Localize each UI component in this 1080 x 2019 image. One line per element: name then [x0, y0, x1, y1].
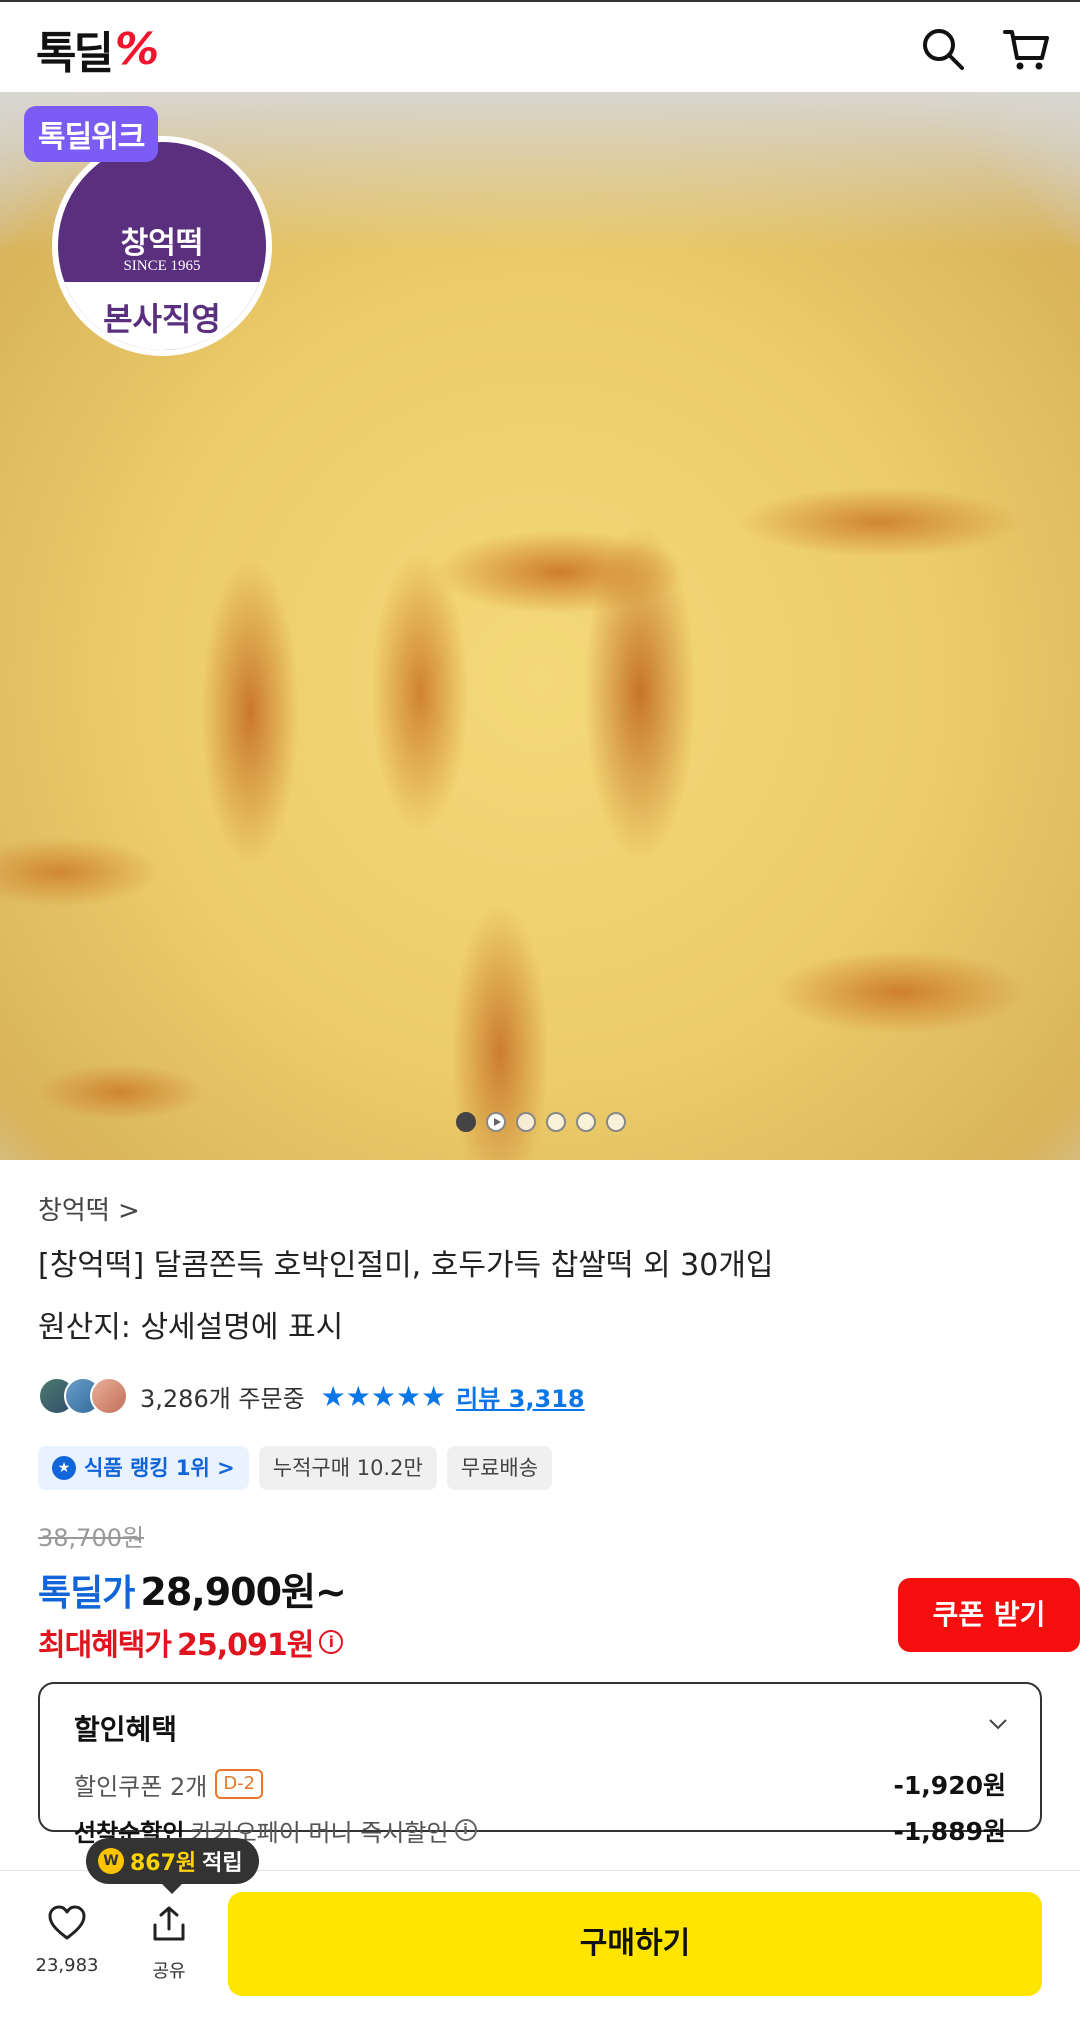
like-button[interactable]: 23,983 [22, 1905, 112, 1976]
order-count: 3,286개 주문중 [140, 1384, 305, 1413]
brand-emblem-since: SINCE 1965 [123, 258, 201, 274]
product-stats: 3,286개 주문중 ★★★★★ 리뷰 3,318 [38, 1376, 1048, 1416]
carousel-dot[interactable] [516, 1112, 536, 1132]
chevron-down-icon[interactable] [988, 1714, 1008, 1734]
talkdeal-week-badge: 톡딜위크 [24, 106, 159, 162]
deal-price-label: 톡딜가 [38, 1573, 135, 1614]
seller-link[interactable]: 창억떡 > [38, 1190, 1048, 1230]
product-origin: 원산지: 상세설명에 표시 [38, 1310, 344, 1345]
carousel-dot-video[interactable] [486, 1112, 506, 1132]
product-image-carousel[interactable]: 톡딜위크 창억떡 SINCE 1965 본사직영 [0, 92, 1080, 1160]
deal-price-row: 톡딜가 28,900원~ [38, 1561, 1048, 1616]
buyer-avatars [38, 1377, 128, 1415]
carousel-dot[interactable] [576, 1112, 596, 1132]
carousel-dot[interactable] [606, 1112, 626, 1132]
points-suffix: 적립 [202, 1851, 243, 1876]
cart-icon[interactable] [1002, 24, 1052, 74]
like-count: 23,983 [35, 1955, 99, 1976]
points-amount: 867원 [130, 1851, 197, 1876]
get-coupon-button[interactable]: 쿠폰 받기 [898, 1578, 1080, 1652]
brand-emblem: 창억떡 SINCE 1965 본사직영 [52, 136, 272, 356]
max-benefit-price: 25,091원 [177, 1628, 314, 1663]
ranking-badge-icon: ★ [52, 1456, 76, 1480]
shipping-chip: 무료배송 [446, 1446, 553, 1490]
talkdeal-logo[interactable]: 톡딜 % [36, 23, 160, 80]
share-icon [153, 1906, 185, 1941]
max-benefit-label: 최대혜택가 [38, 1628, 172, 1663]
max-benefit-row: 최대혜택가 25,091원 i [38, 1620, 1048, 1664]
share-label: 공유 [152, 1961, 186, 1982]
top-header: 톡딜 % [0, 0, 1080, 92]
carousel-dot[interactable] [546, 1112, 566, 1132]
coupon-benefit-row: 할인쿠폰 2개 D-2 -1,920원 [74, 1766, 1006, 1802]
review-link[interactable]: 리뷰 3,318 [456, 1379, 584, 1414]
ranking-chip-label: 식품 랭킹 1위 > [84, 1456, 235, 1480]
share-button[interactable]: 공유 [124, 1905, 214, 1983]
info-icon[interactable]: i [319, 1630, 344, 1654]
original-price: 38,700원 [38, 1524, 145, 1552]
logo-text: 톡딜 [36, 28, 114, 79]
first-come-amount: -1,889원 [893, 1817, 1006, 1846]
product-title: [창억떡] 달콤쫀득 호박인절미, 호두가득 찹쌀떡 외 30개입 [38, 1248, 774, 1283]
search-icon[interactable] [918, 24, 968, 74]
carousel-indicator [456, 1112, 626, 1132]
info-icon[interactable]: i [454, 1819, 477, 1841]
product-info: 창억떡 > [창억떡] 달콤쫀득 호박인절미, 호두가득 찹쌀떡 외 30개입 … [38, 1190, 1048, 1490]
points-tooltip: W 867원 적립 [86, 1838, 259, 1894]
price-area: 38,700원 톡딜가 28,900원~ 최대혜택가 25,091원 i 쿠폰 … [38, 1518, 1080, 1663]
coin-icon: W [98, 1848, 124, 1874]
product-chips: ★ 식품 랭킹 1위 > 누적구매 10.2만 무료배송 [38, 1446, 1048, 1490]
d-day-badge: D-2 [215, 1769, 264, 1799]
coupon-benefit-label: 할인쿠폰 2개 [74, 1772, 208, 1801]
rating-stars: ★★★★★ [320, 1379, 447, 1413]
heart-icon [48, 1905, 86, 1940]
coupon-benefit-amount: -1,920원 [893, 1771, 1006, 1800]
discount-benefits-panel[interactable]: 할인혜택 할인쿠폰 2개 D-2 -1,920원 선착순할인 카카오페이 머니 … [38, 1682, 1042, 1847]
avatar [90, 1377, 128, 1415]
coupon-benefit-left: 할인쿠폰 2개 D-2 [74, 1767, 264, 1802]
brand-emblem-band: 본사직영 [58, 282, 266, 350]
cumulative-chip: 누적구매 10.2만 [258, 1446, 437, 1490]
logo-mark: % [114, 23, 160, 75]
benefits-title: 할인혜택 [74, 1713, 178, 1746]
carousel-dot[interactable] [456, 1112, 476, 1132]
brand-emblem-name: 창억떡 [120, 226, 204, 261]
buy-button[interactable]: 구매하기 [228, 1892, 1042, 1996]
deal-price: 28,900원~ [140, 1570, 346, 1614]
ranking-chip[interactable]: ★ 식품 랭킹 1위 > [38, 1446, 249, 1490]
